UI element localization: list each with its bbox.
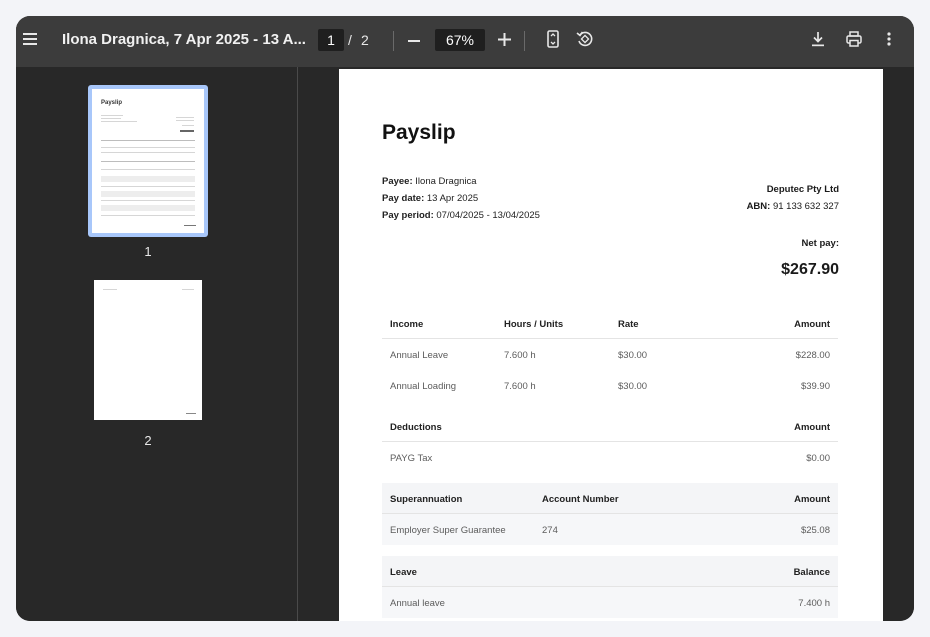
- page-separator: /: [348, 32, 352, 48]
- abn-value: 91 133 632 327: [772, 201, 839, 212]
- thumbnail-label-2: 2: [144, 433, 152, 448]
- table-header: Leave Balance: [382, 556, 838, 587]
- toolbar: Ilona Dragnica, 7 Apr 2025 - 13 A... 1 /…: [16, 16, 914, 67]
- table-header: Income Hours / Units Rate Amount: [382, 308, 838, 339]
- table-cell: Annual Loading: [390, 381, 457, 392]
- thumbnail-sidebar: Payslip 1 2: [16, 67, 298, 621]
- toolbar-divider: [524, 31, 525, 51]
- column-header: Amount: [794, 319, 830, 330]
- thumbnail-label-1: 1: [144, 244, 152, 259]
- page-thumbnail-1[interactable]: Payslip: [88, 85, 208, 237]
- column-header: Hours / Units: [504, 319, 564, 330]
- table-cell: $0.00: [806, 453, 830, 464]
- download-icon[interactable]: [811, 31, 825, 50]
- print-icon[interactable]: [846, 31, 862, 50]
- document-viewport[interactable]: Payslip Payee: Ilona Dragnica Pay date: …: [299, 67, 914, 621]
- document-page: Payslip Payee: Ilona Dragnica Pay date: …: [339, 69, 883, 621]
- net-pay-label: Net pay:: [801, 238, 839, 249]
- table-row: Annual Leave 7.600 h $30.00 $228.00: [382, 339, 838, 370]
- table-cell: PAYG Tax: [390, 453, 433, 464]
- table-cell: $30.00: [618, 381, 648, 392]
- table-cell: Annual leave: [390, 598, 445, 609]
- table-row: Annual leave 7.400 h: [382, 587, 838, 618]
- zoom-level-input[interactable]: 67%: [435, 29, 485, 51]
- hamburger-icon[interactable]: [23, 32, 37, 45]
- payee-line: Payee: Ilona Dragnica: [382, 176, 477, 187]
- table-cell: 7.600 h: [504, 381, 536, 392]
- pay-date-label: Pay date:: [382, 193, 425, 204]
- net-pay-value: $267.90: [781, 261, 839, 278]
- page-heading: Payslip: [382, 121, 456, 144]
- payee-value: Ilona Dragnica: [415, 176, 477, 187]
- table-row: PAYG Tax $0.00: [382, 442, 838, 473]
- rotate-icon[interactable]: [576, 30, 594, 51]
- pay-date-value: 13 Apr 2025: [426, 193, 479, 204]
- column-header: Deductions: [390, 422, 442, 433]
- company-name: Deputec Pty Ltd: [766, 184, 839, 195]
- income-table: Income Hours / Units Rate Amount Annual …: [382, 308, 838, 401]
- deductions-table: Deductions Amount PAYG Tax $0.00: [382, 411, 838, 473]
- table-cell: 7.600 h: [504, 350, 536, 361]
- table-cell: $39.90: [800, 381, 830, 392]
- table-row: Employer Super Guarantee 274 $25.08: [382, 514, 838, 545]
- column-header: Amount: [794, 494, 830, 505]
- toolbar-divider: [393, 31, 394, 51]
- pdf-viewer-window: Ilona Dragnica, 7 Apr 2025 - 13 A... 1 /…: [16, 16, 914, 621]
- pay-period-label: Pay period:: [382, 210, 434, 221]
- payee-label: Payee:: [382, 176, 413, 187]
- abn-line: ABN: 91 133 632 327: [747, 201, 839, 212]
- table-cell: 274: [542, 525, 558, 536]
- pay-period-value: 07/04/2025 - 13/04/2025: [436, 210, 540, 221]
- abn-label: ABN:: [746, 201, 771, 212]
- table-cell: 7.400 h: [798, 598, 830, 609]
- superannuation-table: Superannuation Account Number Amount Emp…: [382, 483, 838, 545]
- column-header: Account Number: [542, 494, 619, 505]
- document-title: Ilona Dragnica, 7 Apr 2025 - 13 A...: [62, 31, 306, 48]
- leave-table: Leave Balance Annual leave 7.400 h: [382, 556, 838, 618]
- plus-icon[interactable]: [498, 33, 511, 49]
- pay-date-line: Pay date: 13 Apr 2025: [382, 193, 478, 204]
- page-thumbnail-2[interactable]: [94, 280, 202, 420]
- current-page-input[interactable]: 1: [318, 29, 344, 51]
- table-cell: Annual Leave: [390, 350, 449, 361]
- table-row: Annual Loading 7.600 h $30.00 $39.90: [382, 370, 838, 401]
- table-cell: $228.00: [795, 350, 830, 361]
- thumbnail-preview: Payslip: [92, 89, 204, 233]
- pay-period-line: Pay period: 07/04/2025 - 13/04/2025: [382, 210, 540, 221]
- table-cell: $25.08: [800, 525, 830, 536]
- more-vert-icon[interactable]: [887, 32, 891, 49]
- table-header: Deductions Amount: [382, 411, 838, 442]
- column-header: Rate: [618, 319, 639, 330]
- fit-page-icon[interactable]: [547, 30, 559, 51]
- column-header: Leave: [390, 567, 417, 578]
- column-header: Balance: [793, 567, 830, 578]
- table-cell: Employer Super Guarantee: [390, 525, 506, 536]
- column-header: Amount: [794, 422, 830, 433]
- minus-icon[interactable]: [408, 34, 420, 50]
- total-pages: 2: [361, 32, 369, 48]
- column-header: Income: [390, 319, 424, 330]
- column-header: Superannuation: [390, 494, 463, 505]
- table-cell: $30.00: [618, 350, 648, 361]
- table-header: Superannuation Account Number Amount: [382, 483, 838, 514]
